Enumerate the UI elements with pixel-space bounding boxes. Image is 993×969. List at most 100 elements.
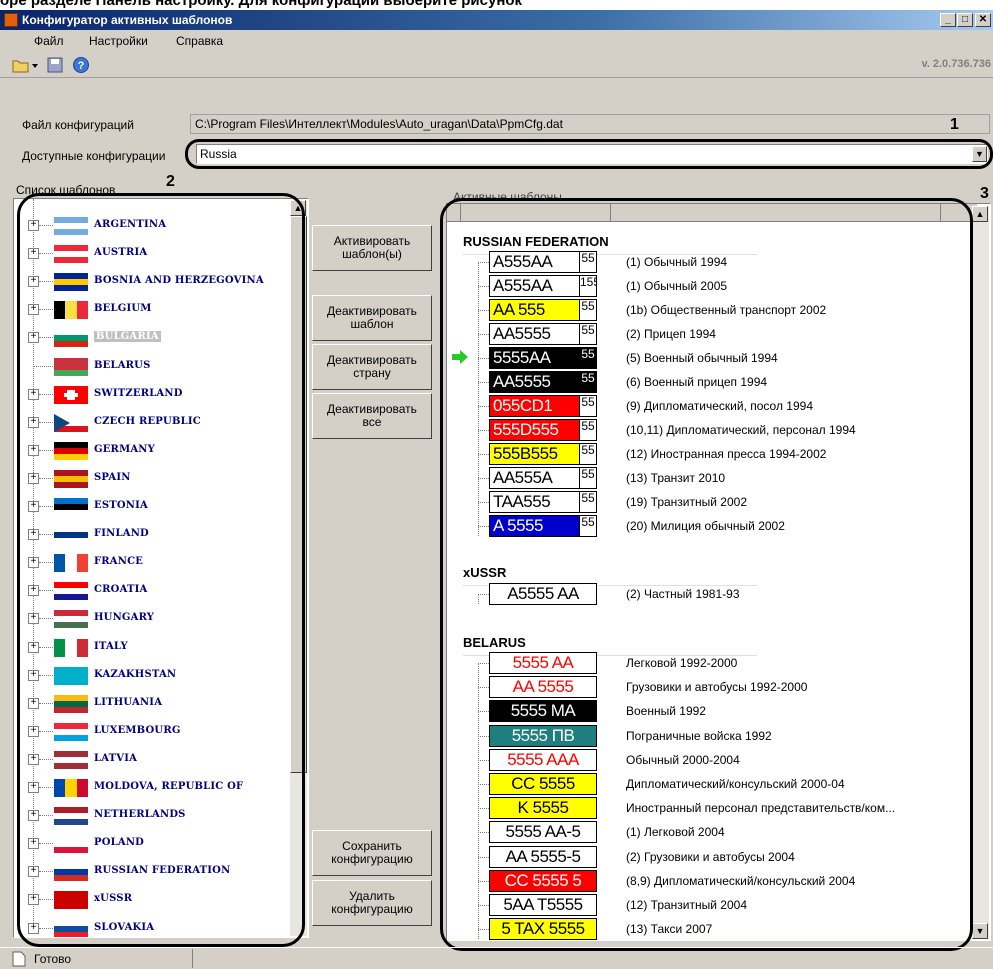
tree-item[interactable]: + LITHUANIA xyxy=(14,689,284,717)
tree-item[interactable]: + RUSSIAN FEDERATION xyxy=(14,857,284,885)
maximize-button[interactable]: □ xyxy=(957,13,973,27)
expand-icon[interactable]: + xyxy=(28,894,39,906)
plate-template[interactable]: AA 5555-5 xyxy=(489,845,597,868)
expand-icon[interactable]: + xyxy=(28,922,39,934)
tree-item[interactable]: + CZECH REPUBLIC xyxy=(14,408,284,436)
expand-icon[interactable]: + xyxy=(28,304,39,316)
tree-item[interactable]: + ARGENTINA xyxy=(14,211,284,239)
plate-template[interactable]: TAA555 55 xyxy=(489,491,597,513)
plate-template[interactable]: 5555 ПВ xyxy=(489,724,597,747)
deactivate-template-button[interactable]: Деактивировать шаблон xyxy=(312,295,432,341)
plate-template[interactable]: AA 5555 xyxy=(489,676,597,699)
chevron-down-icon[interactable]: ▼ xyxy=(972,146,987,162)
plate-template[interactable]: 5555 MA xyxy=(489,700,597,723)
templates-scrollbar[interactable]: ▲ xyxy=(290,200,307,936)
tree-item[interactable]: + GERMANY xyxy=(14,436,284,464)
expand-icon[interactable]: + xyxy=(28,585,39,597)
tree-item[interactable]: + NETHERLANDS xyxy=(14,801,284,829)
expand-icon[interactable]: + xyxy=(28,782,39,793)
save-config-button[interactable]: Сохранить конфигурацию xyxy=(312,830,432,876)
expand-icon[interactable]: + xyxy=(28,472,39,484)
save-icon[interactable] xyxy=(46,56,64,74)
expand-icon[interactable]: + xyxy=(28,753,39,765)
plate-template[interactable]: A5555 AA xyxy=(489,583,597,605)
tree-item[interactable]: BELARUS xyxy=(14,352,284,380)
expand-icon[interactable]: + xyxy=(28,416,39,428)
expand-icon[interactable]: + xyxy=(28,613,39,625)
expand-icon[interactable]: + xyxy=(28,725,39,737)
expand-icon[interactable]: + xyxy=(28,444,39,456)
plate-template[interactable]: AA555A 55 xyxy=(489,467,597,489)
minimize-button[interactable]: _ xyxy=(940,13,956,27)
expand-icon[interactable]: + xyxy=(28,641,39,653)
plate-template[interactable]: CC 5555 5 xyxy=(489,869,597,892)
scroll-thumb[interactable] xyxy=(290,216,307,773)
open-folder-icon[interactable] xyxy=(12,56,30,74)
tree-item[interactable]: + LUXEMBOURG xyxy=(14,717,284,745)
expand-icon[interactable]: + xyxy=(28,810,39,822)
config-select[interactable]: Russia ▼ xyxy=(196,144,988,164)
delete-config-button[interactable]: Удалить конфигурацию xyxy=(312,880,432,926)
plate-template[interactable]: 5555 AA-5 xyxy=(489,821,597,844)
tree-item[interactable]: + SWITZERLAND xyxy=(14,380,284,408)
plate-template[interactable]: A555AA 155 xyxy=(489,275,597,297)
expand-icon[interactable]: + xyxy=(28,220,39,231)
tree-item[interactable]: + ITALY xyxy=(14,633,284,661)
tree-item[interactable]: + CROATIA xyxy=(14,576,284,604)
plate-template[interactable]: 5555AA 55 xyxy=(489,347,597,369)
plate-template[interactable]: 5555 AAA xyxy=(489,748,597,771)
plate-template[interactable]: 555B555 55 xyxy=(489,443,597,465)
deactivate-country-button[interactable]: Деактивировать страну xyxy=(312,344,432,390)
close-button[interactable]: ✕ xyxy=(975,13,991,27)
deactivate-all-button[interactable]: Деактивировать все xyxy=(312,393,432,439)
expand-icon[interactable]: + xyxy=(28,388,39,400)
menu-settings[interactable]: Настройки xyxy=(89,34,148,48)
plate-template[interactable]: AA5555 55 xyxy=(489,371,597,393)
plate-template[interactable]: K 5555 xyxy=(489,797,597,820)
tree-item[interactable]: + LATVIA xyxy=(14,745,284,773)
dropdown-arrow-icon[interactable] xyxy=(30,56,40,74)
plate-template[interactable]: 555D555 55 xyxy=(489,419,597,441)
tree-item[interactable]: + HUNGARY xyxy=(14,604,284,632)
tree-item[interactable]: + AUSTRIA xyxy=(14,239,284,267)
expand-icon[interactable]: + xyxy=(28,501,39,512)
expand-icon[interactable]: + xyxy=(28,276,39,288)
tree-item[interactable]: + KAZAKHSTAN xyxy=(14,661,284,689)
tree-item[interactable]: + BELGIUM xyxy=(14,295,284,323)
tree-item[interactable]: + BOSNIA AND HERZEGOVINA xyxy=(14,267,284,295)
help-icon[interactable]: ? xyxy=(72,56,90,74)
active-scrollbar[interactable]: ▲ ▼ xyxy=(972,206,989,939)
plate-template[interactable]: A555AA 55 xyxy=(489,251,597,273)
tree-item[interactable]: + SPAIN xyxy=(14,464,284,492)
tree-item[interactable]: + ESTONIA xyxy=(14,492,284,520)
plate-template[interactable]: 5AA T5555 xyxy=(489,894,597,916)
menu-help[interactable]: Справка xyxy=(176,34,223,48)
expand-icon[interactable]: + xyxy=(28,332,39,344)
plate-template[interactable]: 5 TAX 5555 xyxy=(489,918,597,941)
tree-item[interactable]: + POLAND xyxy=(14,829,284,857)
expand-icon[interactable]: + xyxy=(28,669,39,681)
tree-item[interactable]: + SLOVAKIA xyxy=(14,914,284,937)
expand-icon[interactable]: + xyxy=(28,866,39,878)
tree-item[interactable]: + xUSSR xyxy=(14,885,284,913)
tree-item[interactable]: + MOLDOVA, REPUBLIC OF xyxy=(14,773,284,801)
expand-icon[interactable]: + xyxy=(28,838,39,850)
plate-template[interactable]: A 5555 55 xyxy=(489,515,597,537)
activate-templates-button[interactable]: Активировать шаблон(ы) xyxy=(312,225,432,271)
tree-item[interactable]: + FRANCE xyxy=(14,548,284,576)
tree-item[interactable]: + BULGARIA xyxy=(14,323,284,351)
plate-template[interactable]: 055CD1 55 xyxy=(489,395,597,417)
scroll-up-icon[interactable]: ▲ xyxy=(290,200,306,216)
plate-template[interactable]: 5555 AA xyxy=(489,652,597,674)
plate-template[interactable]: AA5555 55 xyxy=(489,323,597,345)
tree-item[interactable]: + FINLAND xyxy=(14,520,284,548)
plate-template[interactable]: AA 555 55 xyxy=(489,299,597,321)
plate-template[interactable]: CC 5555 xyxy=(489,773,597,795)
templates-tree[interactable]: + ARGENTINA + AUSTRIA + BOSNIA AND HERZEGOVIN… xyxy=(13,198,309,938)
expand-icon[interactable]: + xyxy=(28,248,39,260)
scroll-down-icon[interactable]: ▼ xyxy=(972,923,988,939)
scroll-up-icon[interactable]: ▲ xyxy=(972,206,988,222)
menu-file[interactable]: Файл xyxy=(34,34,64,48)
expand-icon[interactable]: + xyxy=(28,557,39,569)
expand-icon[interactable]: + xyxy=(28,529,39,541)
